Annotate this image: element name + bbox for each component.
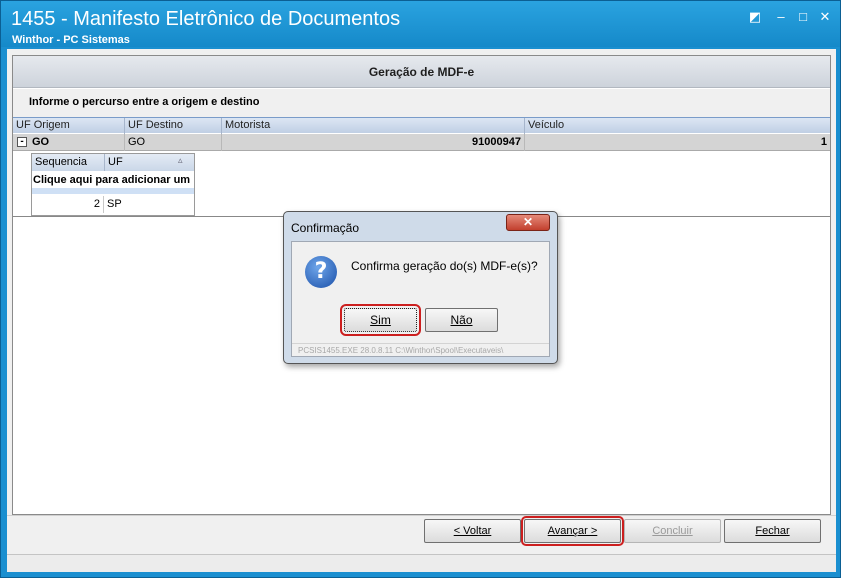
column-header-veiculo[interactable]: Veículo bbox=[525, 118, 830, 134]
status-bar bbox=[7, 554, 836, 572]
grid-header: UF Origem UF Destino Motorista Veículo bbox=[13, 117, 830, 134]
dialog-message: Confirma geração do(s) MDF-e(s)? bbox=[351, 259, 538, 273]
cell-veiculo[interactable]: 1 bbox=[525, 134, 830, 151]
close-button-label: Fechar bbox=[755, 525, 790, 537]
row-divider bbox=[32, 188, 194, 194]
yes-button-label: Sim bbox=[370, 313, 391, 327]
column-header-sequencia[interactable]: Sequencia bbox=[32, 154, 105, 171]
route-grid: UF Origem UF Destino Motorista Veículo -… bbox=[13, 117, 830, 217]
table-row[interactable]: 2 SP bbox=[32, 196, 194, 213]
cell-sequencia[interactable]: 2 bbox=[32, 196, 104, 213]
question-icon: ? bbox=[305, 256, 337, 288]
confirm-dialog: Confirmação ✕ ? Confirma geração do(s) M… bbox=[283, 211, 558, 364]
cell-uf-destino[interactable]: GO bbox=[125, 134, 222, 151]
column-header-uf-destino[interactable]: UF Destino bbox=[125, 118, 222, 134]
window-title: 1455 - Manifesto Eletrônico de Documento… bbox=[11, 8, 401, 30]
page-title: Geração de MDF-e bbox=[368, 65, 475, 79]
subgrid-header: Sequencia UF ▵ bbox=[32, 154, 194, 171]
title-bar[interactable]: 1455 - Manifesto Eletrônico de Documento… bbox=[1, 1, 840, 47]
minimize-icon[interactable]: – bbox=[773, 9, 789, 25]
cell-uf-origem[interactable]: GO bbox=[29, 134, 125, 151]
footer-divider bbox=[7, 515, 836, 516]
collapse-icon[interactable]: - bbox=[17, 137, 27, 147]
instruction-text: Informe o percurso entre a origem e dest… bbox=[29, 96, 260, 108]
next-button[interactable]: Avançar > bbox=[521, 516, 624, 546]
sort-ascending-icon: ▵ bbox=[178, 155, 183, 165]
no-button-label: Não bbox=[450, 313, 473, 327]
yes-button[interactable]: Sim bbox=[340, 304, 421, 336]
window-subtitle: Winthor - PC Sistemas bbox=[12, 34, 130, 46]
panel-header: Geração de MDF-e bbox=[13, 56, 830, 88]
next-button-label: Avançar > bbox=[547, 525, 598, 537]
no-button[interactable]: Não bbox=[425, 308, 498, 332]
instruction-bar: Informe o percurso entre a origem e dest… bbox=[13, 89, 830, 117]
back-button-label: < Voltar bbox=[453, 525, 492, 537]
dialog-close-icon[interactable]: ✕ bbox=[506, 214, 550, 231]
dialog-footer: PCSIS1455.EXE 28.0.8.11 C:\Winthor\Spool… bbox=[292, 343, 549, 356]
close-icon[interactable]: ✕ bbox=[817, 9, 833, 25]
cell-uf[interactable]: SP bbox=[105, 196, 193, 213]
column-header-motorista[interactable]: Motorista bbox=[222, 118, 525, 134]
dialog-title: Confirmação bbox=[291, 221, 360, 235]
back-button[interactable]: < Voltar bbox=[424, 519, 521, 543]
finish-button-label: Concluir bbox=[652, 525, 693, 537]
close-button[interactable]: Fechar bbox=[724, 519, 821, 543]
add-row-prompt[interactable]: Clique aqui para adicionar um bbox=[32, 173, 194, 188]
maximize-icon[interactable]: □ bbox=[795, 9, 811, 25]
route-subgrid: Sequencia UF ▵ Clique aqui para adiciona… bbox=[31, 153, 195, 216]
dialog-body: ? Confirma geração do(s) MDF-e(s)? Sim N… bbox=[291, 241, 550, 357]
finish-button[interactable]: Concluir bbox=[624, 519, 721, 543]
column-header-uf-origem[interactable]: UF Origem bbox=[13, 118, 125, 134]
restore-icon[interactable]: ◩ bbox=[747, 9, 763, 25]
cell-motorista[interactable]: 91000947 bbox=[222, 134, 525, 151]
table-row[interactable]: - GO GO 91000947 1 bbox=[13, 134, 830, 151]
